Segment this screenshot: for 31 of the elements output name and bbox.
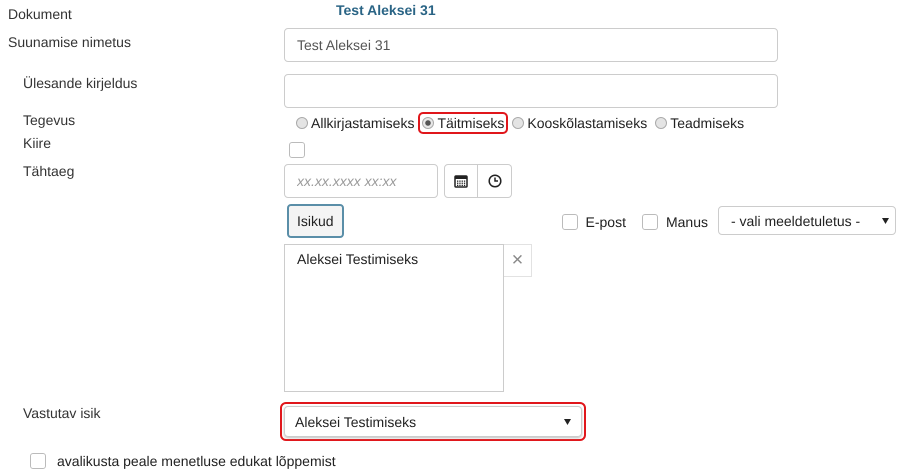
publish-checkbox[interactable]: avalikusta peale menetluse edukat lõppemist xyxy=(30,451,336,470)
field-label: Dokument xyxy=(8,6,72,22)
close-button[interactable]: × xyxy=(504,244,532,277)
persons-button[interactable]: Isikud xyxy=(287,204,344,238)
field-label: Vastutav isik xyxy=(23,405,101,421)
radio-option[interactable]: Teadmiseks xyxy=(651,112,748,134)
clock-icon[interactable] xyxy=(478,164,512,198)
document-title: Test Aleksei 31 xyxy=(336,2,436,18)
radio-icon xyxy=(655,117,668,129)
list-item[interactable]: Aleksei Testimiseks xyxy=(297,251,491,267)
field-label: Suunamise nimetus xyxy=(8,34,131,50)
reminder-select[interactable]: - vali meeldetuletus - xyxy=(718,206,896,235)
description-input-field[interactable] xyxy=(284,74,778,108)
radio-option[interactable]: Täitmiseks xyxy=(418,112,508,134)
checkbox[interactable] xyxy=(289,142,305,158)
responsible-select[interactable]: Aleksei Testimiseks xyxy=(284,406,582,437)
field-label: Ülesande kirjeldus xyxy=(23,75,138,91)
name-input-field[interactable]: Test Aleksei 31 xyxy=(284,28,778,62)
field-label: Tegevus xyxy=(23,112,76,128)
field-label: Kiire xyxy=(23,135,52,151)
radio-option[interactable]: Allkirjastamiseks xyxy=(292,112,418,134)
caret-icon xyxy=(882,218,889,224)
radio-icon xyxy=(422,117,434,129)
radio-icon xyxy=(296,117,308,129)
radio-option[interactable]: Kooskõlastamiseks xyxy=(508,112,652,134)
calendar-icon[interactable] xyxy=(444,164,478,198)
attachment-checkbox[interactable]: Manus xyxy=(642,214,708,230)
field-label: Tähtaeg xyxy=(23,163,74,179)
radio-icon xyxy=(512,117,524,129)
caret-icon xyxy=(564,418,571,424)
email-checkbox[interactable]: E-post xyxy=(562,214,626,230)
